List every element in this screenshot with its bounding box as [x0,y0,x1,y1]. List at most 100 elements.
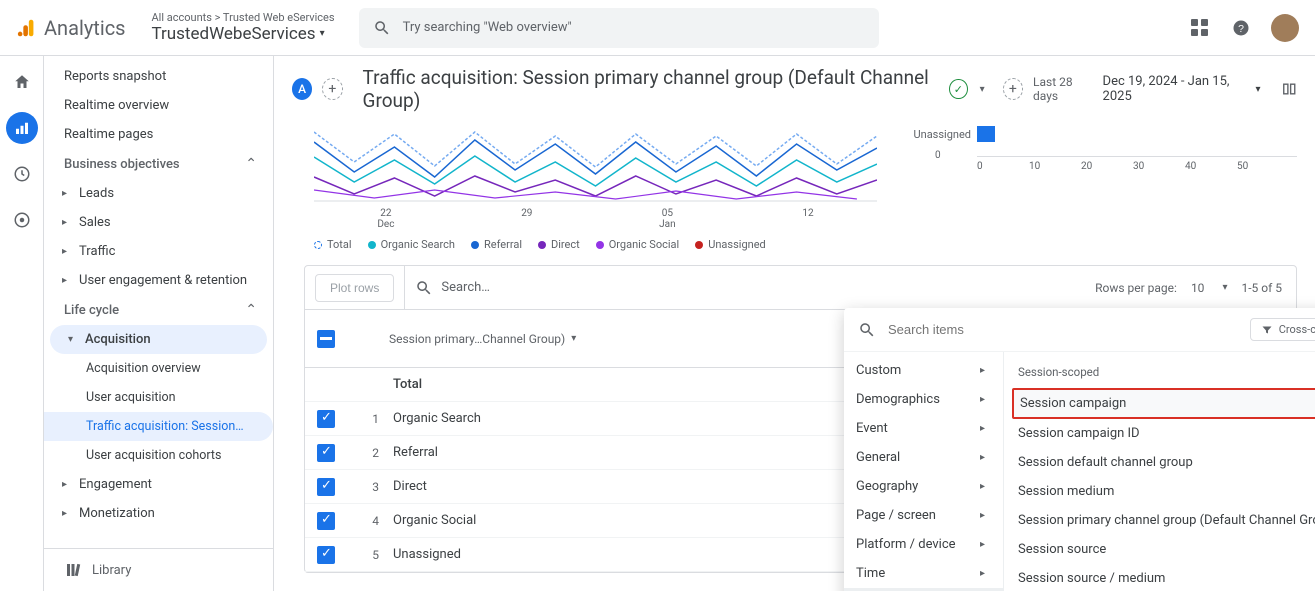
sidebar-traffic-acquisition[interactable]: Traffic acquisition: Session… [44,412,273,441]
cross-channel-filters-button[interactable]: Cross-channel filters [1250,318,1315,341]
dimension-option[interactable]: Session campaign ID [1004,419,1315,448]
chevron-up-icon: ⌃ [245,302,257,318]
dimension-selector[interactable]: Session primary…Channel Group) ▾ [389,332,576,346]
sidebar-life-cycle[interactable]: Life cycle⌃ [44,295,273,325]
apps-icon[interactable] [1187,16,1211,40]
plot-rows-button[interactable]: Plot rows [315,274,394,302]
dimension-option[interactable]: Session default channel group [1004,448,1315,477]
dimension-option[interactable]: Session primary channel group (Default C… [1004,506,1315,535]
dimension-category-item[interactable]: Platform / device▸ [844,530,1003,559]
advertising-icon[interactable] [6,204,38,236]
date-range-selector[interactable]: Last 28 days Dec 19, 2024 - Jan 15, 2025… [1033,74,1260,104]
search-icon [858,321,876,339]
caret-right-icon: ▸ [62,188,67,199]
dimension-option[interactable]: Session campaign [1012,388,1315,419]
table-search[interactable]: Search… [415,279,1095,297]
global-search[interactable]: Try searching "Web overview" [359,8,879,48]
chart-area: 22Dec 29 05Jan 12 Unassigned 0 0 10 20 3… [314,122,1297,232]
sidebar-monetization[interactable]: ▸Monetization [44,499,273,528]
dimension-option[interactable]: Session source [1004,535,1315,564]
row-checkbox[interactable] [317,546,335,564]
row-checkbox[interactable] [317,512,335,530]
dimension-category-item[interactable]: Custom▸ [844,356,1003,385]
help-icon[interactable]: ? [1229,16,1253,40]
account-avatar[interactable] [1271,14,1299,42]
report-header: A + Traffic acquisition: Session primary… [274,56,1315,122]
property-name: TrustedWebeServices [152,24,316,44]
sidebar-user-acquisition-cohorts[interactable]: User acquisition cohorts [44,441,273,470]
legend-unassigned[interactable]: Unassigned [695,238,766,251]
status-check-icon[interactable]: ✓ [949,79,968,99]
dimension-category-item[interactable]: Page / screen▸ [844,501,1003,530]
caret-right-icon: ▸ [62,479,67,490]
legend-referral[interactable]: Referral [471,238,522,251]
dimension-option[interactable]: Session medium [1004,477,1315,506]
caret-right-icon: ▸ [980,568,985,579]
report-main: A + Traffic acquisition: Session primary… [274,56,1315,591]
sidebar-acquisition[interactable]: ▾Acquisition [50,325,267,354]
search-placeholder: Try searching "Web overview" [403,20,572,35]
dimension-category-item[interactable]: Geography▸ [844,472,1003,501]
home-icon[interactable] [6,66,38,98]
rows-per-page-label: Rows per page: [1095,281,1177,295]
sidebar-engagement[interactable]: ▸Engagement [44,470,273,499]
sidebar-reports-snapshot[interactable]: Reports snapshot [44,62,273,91]
legend-organic-search[interactable]: Organic Search [368,238,455,251]
sidebar-leads[interactable]: ▸Leads [44,179,273,208]
bar-category-label: Unassigned [907,128,977,141]
legend-organic-social[interactable]: Organic Social [596,238,680,251]
sidebar-library[interactable]: Library [44,548,273,591]
explore-icon[interactable] [6,158,38,190]
row-index: 4 [349,514,379,528]
dimension-option[interactable]: Session source / medium [1004,564,1315,591]
row-checkbox[interactable] [317,478,335,496]
row-checkbox[interactable] [317,410,335,428]
caret-right-icon: ▸ [980,423,985,434]
caret-right-icon: ▸ [980,539,985,550]
customize-add-button[interactable]: + [1003,78,1023,100]
compare-badge[interactable]: A [292,78,312,100]
caret-right-icon: ▸ [62,275,67,286]
logo-area: Analytics [16,16,126,40]
row-checkbox[interactable] [317,444,335,462]
filter-icon [1261,324,1273,336]
sidebar-realtime-overview[interactable]: Realtime overview [44,91,273,120]
sidebar-sales[interactable]: ▸Sales [44,208,273,237]
add-comparison-button[interactable]: + [322,78,342,100]
sidebar-uer[interactable]: ▸User engagement & retention [44,266,273,295]
property-selector[interactable]: All accounts > Trusted Web eServices Tru… [152,11,335,45]
caret-right-icon: ▸ [980,452,985,463]
top-header: Analytics All accounts > Trusted Web eSe… [0,0,1315,56]
dropdown-caret-icon: ▾ [571,333,576,344]
compare-icon[interactable] [1281,80,1298,98]
dimension-category-item[interactable]: Demographics▸ [844,385,1003,414]
dimension-category-item[interactable]: Event▸ [844,414,1003,443]
legend-direct[interactable]: Direct [538,238,580,251]
library-icon [64,561,82,579]
product-name: Analytics [44,16,126,40]
line-chart-xticks: 22Dec 29 05Jan 12 [314,208,877,230]
caret-right-icon: ▸ [980,510,985,521]
reports-sidebar: Reports snapshot Realtime overview Realt… [44,56,274,591]
reports-icon[interactable] [6,112,38,144]
select-all-checkbox[interactable] [317,330,335,348]
search-icon [373,19,391,37]
header-actions: ? [1187,14,1299,42]
status-dropdown-icon[interactable]: ▾ [980,84,985,95]
session-scoped-header[interactable]: Session-scoped⌃ [1004,356,1315,388]
sidebar-user-acquisition[interactable]: User acquisition [44,383,273,412]
chart-legend: Total Organic Search Referral Direct Org… [314,238,1315,251]
rows-per-page-select[interactable]: 10▾ [1191,281,1228,295]
date-range-value: Dec 19, 2024 - Jan 15, 2025 [1103,74,1248,104]
dimension-category-item[interactable]: Time▸ [844,559,1003,588]
bar-value [977,126,995,142]
dimension-category-item[interactable]: General▸ [844,443,1003,472]
svg-text:?: ? [1238,22,1244,34]
caret-right-icon: ▸ [62,508,67,519]
sidebar-traffic[interactable]: ▸Traffic [44,237,273,266]
sidebar-business-objectives[interactable]: Business objectives⌃ [44,149,273,179]
sidebar-acquisition-overview[interactable]: Acquisition overview [44,354,273,383]
sidebar-realtime-pages[interactable]: Realtime pages [44,120,273,149]
dimension-search-input[interactable] [888,322,1238,337]
legend-total[interactable]: Total [314,238,352,251]
